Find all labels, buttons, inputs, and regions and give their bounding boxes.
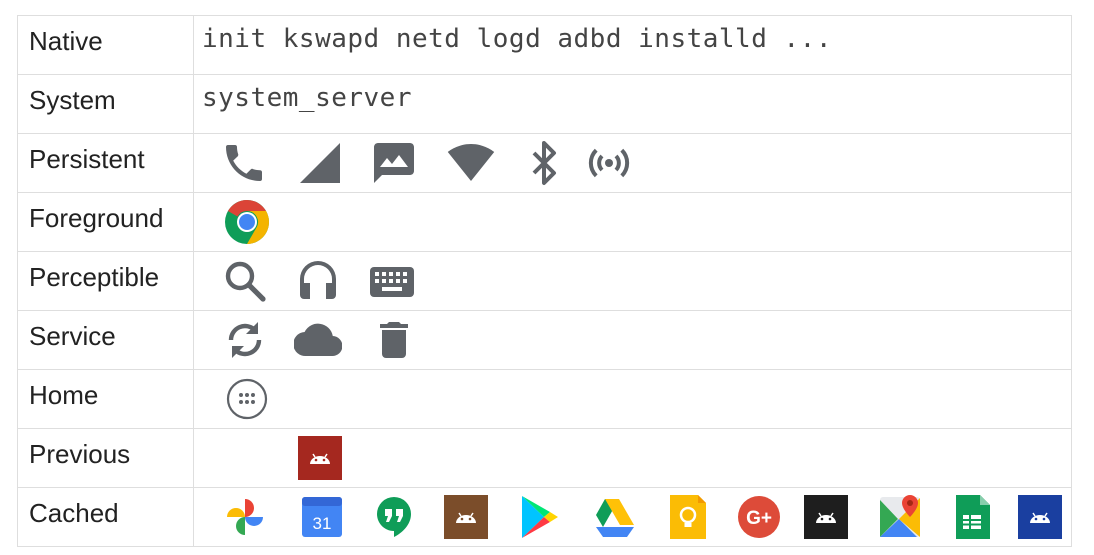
mms-icon [370, 139, 418, 187]
native-processes-text: init kswapd netd logd adbd installd ... [202, 24, 832, 54]
calendar-day-text: 31 [313, 514, 332, 533]
calendar-icon: 31 [298, 493, 346, 541]
trash-icon [370, 316, 418, 364]
row-label-foreground: Foreground [18, 193, 194, 251]
bluetooth-icon [520, 139, 568, 187]
row-content-perceptible [194, 252, 1072, 310]
photos-icon [221, 493, 269, 541]
maps-icon [876, 493, 924, 541]
android-app-icon [802, 493, 850, 541]
row-persistent: Persistent [18, 134, 1072, 193]
android-app-icon [1016, 493, 1064, 541]
keep-icon [664, 493, 712, 541]
row-label-cached: Cached [18, 488, 194, 546]
row-previous: Previous [18, 429, 1072, 488]
keyboard-icon [368, 257, 416, 305]
row-content-system: system_server [194, 75, 1072, 133]
cell-signal-icon [296, 139, 344, 187]
android-app-icon [442, 493, 490, 541]
row-service: Service [18, 311, 1072, 370]
row-label-home: Home [18, 370, 194, 428]
row-native: Native init kswapd netd logd adbd instal… [18, 16, 1072, 75]
drive-icon [588, 493, 636, 541]
wifi-icon [447, 139, 495, 187]
row-label-service: Service [18, 311, 194, 369]
row-perceptible: Perceptible [18, 252, 1072, 311]
cloud-icon [294, 316, 342, 364]
android-app-icon [296, 434, 344, 482]
headphones-icon [294, 257, 342, 305]
chrome-icon [223, 198, 271, 246]
row-label-perceptible: Perceptible [18, 252, 194, 310]
hangouts-icon [370, 493, 418, 541]
row-home: Home [18, 370, 1072, 429]
row-cached: Cached 31 G+ [18, 488, 1072, 547]
row-content-cached: 31 G+ [194, 488, 1072, 546]
phone-icon [220, 139, 268, 187]
row-label-system: System [18, 75, 194, 133]
row-label-persistent: Persistent [18, 134, 194, 192]
sync-icon [221, 316, 269, 364]
row-content-service [194, 311, 1072, 369]
row-content-native: init kswapd netd logd adbd installd ... [194, 16, 1072, 74]
play-store-icon [514, 493, 562, 541]
row-content-previous [194, 429, 1072, 487]
row-content-foreground [194, 193, 1072, 251]
google-plus-icon: G+ [735, 493, 783, 541]
app-drawer-icon [223, 375, 271, 423]
hotspot-icon [585, 139, 633, 187]
sheets-icon [948, 493, 996, 541]
row-foreground: Foreground [18, 193, 1072, 252]
process-priority-table: Native init kswapd netd logd adbd instal… [17, 15, 1072, 547]
search-icon [221, 257, 269, 305]
row-content-persistent [194, 134, 1072, 192]
row-label-native: Native [18, 16, 194, 74]
row-label-previous: Previous [18, 429, 194, 487]
google-plus-text: G+ [746, 508, 772, 529]
system-process-text: system_server [202, 83, 412, 113]
row-content-home [194, 370, 1072, 428]
row-system: System system_server [18, 75, 1072, 134]
